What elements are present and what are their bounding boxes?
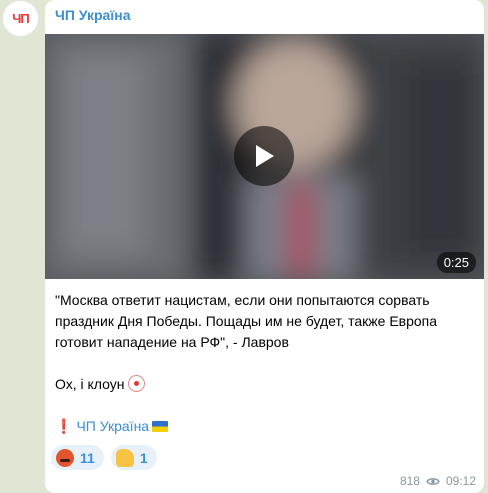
channel-avatar[interactable]: ЧП [3,1,38,36]
clown-emoji-icon [128,375,146,392]
reactions-bar: 11 1 [51,445,157,470]
reaction-count: 1 [139,449,148,466]
channel-name[interactable]: ЧП Україна [55,7,131,23]
play-button[interactable] [234,126,294,186]
message-comment-line: Ох, і клоун [55,374,475,395]
video-duration: 0:25 [436,252,476,273]
play-icon [256,145,274,167]
message-comment: Ох, і клоун [55,376,125,392]
message-time: 09:12 [445,474,476,488]
reaction-count: 11 [80,449,95,466]
signature-line: ❗ ЧП Україна [55,416,475,437]
angry-face-icon [56,448,74,467]
views-count: 818 [399,474,420,488]
reaction-thumbs-up[interactable]: 1 [110,445,157,470]
message-text: "Москва ответит нацистам, если они попыт… [55,290,475,437]
message-meta: 818 09:12 [400,474,476,488]
thumbs-up-icon [115,448,134,467]
eye-icon [426,477,440,485]
ukraine-flag-icon [152,421,169,432]
message-bubble: ЧП Україна 0:25 "Москва ответит нацистам… [45,0,484,493]
video-player[interactable]: 0:25 [45,34,484,279]
message-quote: "Москва ответит нацистам, если они попыт… [55,292,438,350]
exclamation-icon: ❗ [55,418,73,434]
signature-link[interactable]: ЧП Україна [76,418,149,434]
reaction-angry[interactable]: 11 [51,445,104,470]
